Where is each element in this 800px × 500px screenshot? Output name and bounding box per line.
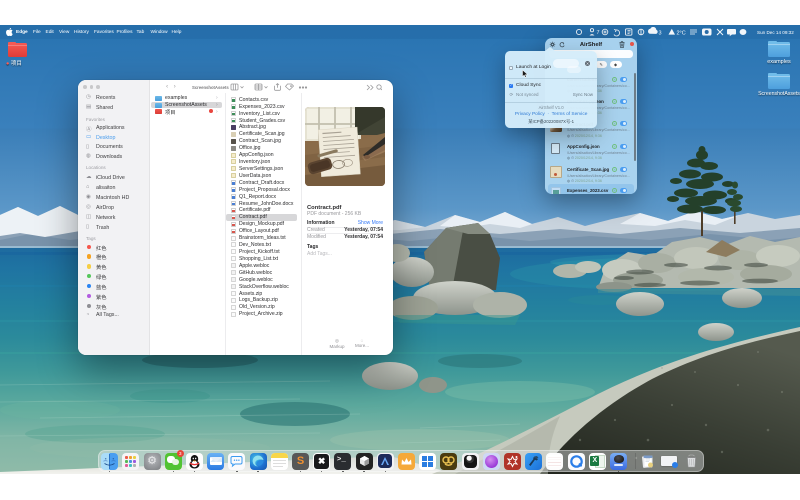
- svg-text:3: 3: [659, 30, 662, 36]
- svg-text:2°C: 2°C: [677, 30, 686, 36]
- svg-text:7: 7: [597, 30, 600, 36]
